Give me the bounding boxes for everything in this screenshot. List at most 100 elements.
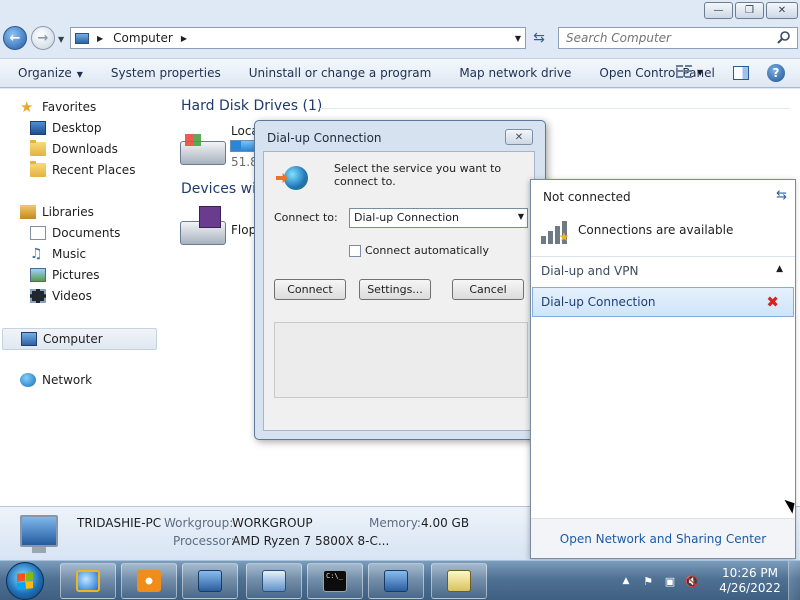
taskbar-control-panel[interactable] bbox=[246, 563, 302, 599]
chevron-up-icon[interactable]: ▲ bbox=[776, 264, 783, 274]
network-explorer-icon bbox=[198, 570, 222, 592]
connect-button[interactable]: Connect bbox=[274, 279, 346, 300]
breadcrumb-arrow-icon[interactable]: ▶ bbox=[97, 34, 103, 43]
taskbar-computer[interactable] bbox=[368, 563, 424, 599]
search-box[interactable] bbox=[558, 27, 798, 49]
breadcrumb-computer[interactable]: Computer bbox=[113, 31, 173, 45]
nav-item-label: Downloads bbox=[52, 142, 118, 156]
dial-up-vpn-group-header[interactable]: Dial-up and VPN bbox=[541, 264, 638, 278]
taskbar-dial-up[interactable] bbox=[431, 563, 487, 599]
floppy-drive-icon[interactable] bbox=[180, 206, 226, 245]
nav-item-libraries[interactable]: Libraries bbox=[20, 203, 94, 221]
search-input[interactable] bbox=[566, 31, 766, 45]
change-view-button[interactable]: ▼ bbox=[676, 65, 703, 79]
refresh-icon[interactable]: ⇆ bbox=[776, 188, 787, 203]
forward-button[interactable]: → bbox=[31, 26, 55, 50]
address-dropdown-icon[interactable]: ▼ bbox=[515, 34, 521, 43]
dialog-close-button[interactable]: ✕ bbox=[505, 129, 533, 145]
taskbar-command-prompt[interactable]: C:\_ bbox=[307, 563, 363, 599]
memory-key: Memory: bbox=[369, 516, 421, 530]
dialog-body: Select the service you want to connect t… bbox=[263, 151, 535, 431]
flyout-divider bbox=[531, 256, 795, 257]
open-control-panel-button[interactable]: Open Control Panel bbox=[585, 66, 728, 80]
nav-item-label: Documents bbox=[52, 226, 121, 240]
nav-item-computer[interactable]: Computer bbox=[2, 328, 157, 350]
recent-places-icon bbox=[30, 161, 46, 177]
recent-pages-chevron-icon[interactable]: ▼ bbox=[58, 35, 64, 44]
breadcrumb-arrow-icon[interactable]: ▶ bbox=[181, 34, 187, 43]
window-caption-buttons: — ❐ ✕ bbox=[704, 2, 798, 19]
start-button[interactable] bbox=[6, 562, 44, 600]
nav-item-documents[interactable]: Documents bbox=[30, 224, 120, 242]
checkbox-box[interactable] bbox=[349, 244, 361, 257]
maximize-button[interactable]: ❐ bbox=[735, 2, 764, 19]
open-network-sharing-center-link[interactable]: Open Network and Sharing Center bbox=[560, 532, 766, 546]
music-note-icon: ♫ bbox=[30, 246, 43, 262]
local-disk-icon[interactable] bbox=[180, 134, 226, 165]
nav-item-pictures[interactable]: Pictures bbox=[30, 266, 100, 284]
minimize-button[interactable]: — bbox=[704, 2, 733, 19]
computer-icon bbox=[20, 515, 58, 553]
clock-date: 4/26/2022 bbox=[719, 581, 781, 595]
help-button[interactable]: ? bbox=[767, 64, 785, 82]
network-flyout: Not connected ⇆ Connections are availabl… bbox=[530, 179, 796, 559]
connect-to-select[interactable]: Dial-up Connection ▼ bbox=[349, 208, 528, 228]
processor-key: Processor: bbox=[173, 534, 235, 548]
chevron-down-icon[interactable]: ▼ bbox=[697, 68, 703, 77]
nav-item-network[interactable]: Network bbox=[20, 371, 92, 389]
chevron-down-icon: ▼ bbox=[517, 212, 524, 221]
organize-menu[interactable]: Organize ▼ bbox=[0, 66, 97, 80]
connection-name: Dial-up Connection bbox=[541, 295, 656, 309]
taskbar-media-player[interactable] bbox=[121, 563, 177, 599]
settings-button[interactable]: Settings... bbox=[359, 279, 431, 300]
nav-item-favorites[interactable]: ★ Favorites bbox=[20, 98, 96, 116]
group-header-hard-disk-drives[interactable]: Hard Disk Drives (1) bbox=[181, 98, 322, 114]
taskbar-internet-explorer[interactable] bbox=[60, 563, 116, 599]
volume-muted-icon[interactable]: 🔇 bbox=[684, 574, 700, 588]
show-desktop-button[interactable] bbox=[788, 561, 800, 600]
command-bar: Organize ▼ System properties Uninstall or… bbox=[0, 58, 800, 88]
nav-item-videos[interactable]: Videos bbox=[30, 287, 92, 305]
nav-item-recent-places[interactable]: Recent Places bbox=[30, 161, 135, 179]
floppy-drive-label[interactable]: Flop bbox=[231, 223, 256, 237]
back-button[interactable]: ← bbox=[3, 26, 27, 50]
videos-icon bbox=[30, 289, 46, 303]
connect-to-label: Connect to: bbox=[274, 211, 338, 224]
show-hidden-icons-button[interactable]: ▲ bbox=[618, 574, 634, 588]
nav-item-label: Music bbox=[52, 247, 87, 261]
group-header-label: Devices wit bbox=[181, 181, 262, 197]
map-network-drive-button[interactable]: Map network drive bbox=[445, 66, 585, 80]
nav-item-downloads[interactable]: Downloads bbox=[30, 140, 118, 158]
windows-logo-icon bbox=[17, 572, 33, 590]
processor-value: AMD Ryzen 7 5800X 8-C... bbox=[232, 534, 390, 548]
computer-icon bbox=[21, 332, 37, 346]
taskbar-network-explorer[interactable] bbox=[182, 563, 238, 599]
uninstall-program-button[interactable]: Uninstall or change a program bbox=[235, 66, 446, 80]
search-icon[interactable] bbox=[777, 31, 791, 45]
dial-up-connection-item[interactable]: Dial-up Connection ✖ bbox=[532, 287, 794, 317]
connection-status: Not connected bbox=[543, 190, 631, 204]
network-status-icon[interactable]: ▣ bbox=[662, 574, 678, 588]
group-header-devices[interactable]: Devices wit bbox=[181, 181, 261, 197]
nav-item-desktop[interactable]: Desktop bbox=[30, 119, 102, 137]
disconnected-x-icon: ✖ bbox=[766, 293, 779, 311]
preview-pane-button[interactable] bbox=[733, 66, 749, 80]
documents-icon bbox=[30, 226, 46, 240]
organize-label: Organize bbox=[18, 66, 72, 80]
dial-up-dialog: Dial-up Connection ✕ Select the service … bbox=[254, 120, 546, 440]
nav-item-music[interactable]: ♫ Music bbox=[30, 245, 86, 263]
cancel-button[interactable]: Cancel bbox=[452, 279, 524, 300]
clock-time: 10:26 PM bbox=[722, 566, 778, 580]
address-bar[interactable]: ▶ Computer ▶ ▼ bbox=[70, 27, 526, 49]
close-button[interactable]: ✕ bbox=[766, 2, 798, 19]
connect-automatically-checkbox[interactable]: Connect automatically bbox=[349, 244, 489, 257]
system-properties-button[interactable]: System properties bbox=[97, 66, 235, 80]
pictures-icon bbox=[30, 268, 46, 282]
action-center-flag-icon[interactable]: ⚑ bbox=[640, 574, 656, 588]
dialog-status-area bbox=[274, 322, 528, 398]
clock[interactable]: 10:26 PM 4/26/2022 bbox=[718, 566, 782, 596]
refresh-button[interactable]: ⇆ bbox=[528, 27, 550, 49]
desktop-icon bbox=[30, 121, 46, 135]
group-divider bbox=[320, 108, 790, 109]
workgroup-value: WORKGROUP bbox=[232, 516, 313, 530]
